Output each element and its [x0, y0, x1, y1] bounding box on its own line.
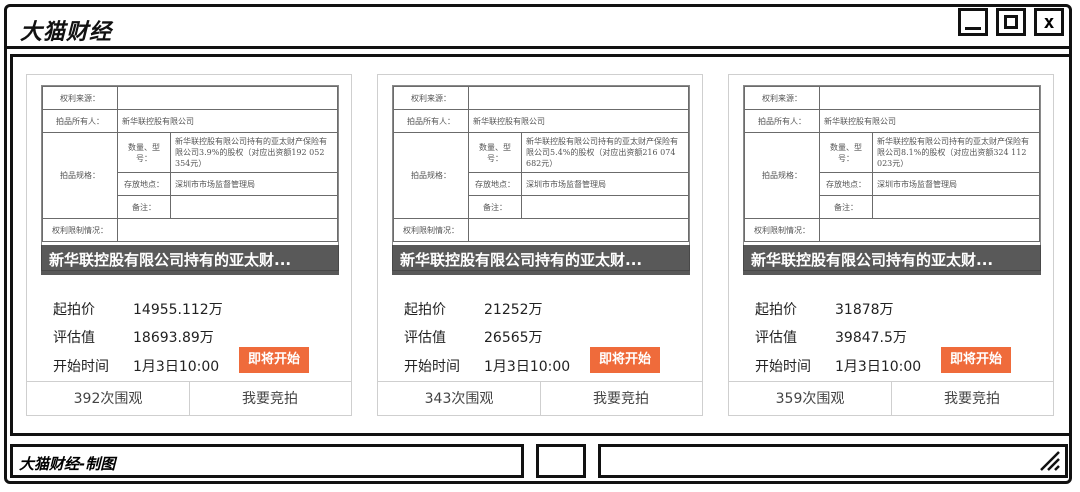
doc-table: 权利来源： 拍品所有人： 新华联控股有限公司 拍品规格： 数量、型号： 新华联控股有限…: [42, 86, 338, 242]
start-price-label: 起拍价: [755, 302, 797, 318]
start-time-value: 1月3日10:00: [133, 359, 220, 375]
appraisal-row: 评估值 39847.5万: [755, 327, 907, 347]
start-time-row: 开始时间 1月3日10:00: [404, 356, 570, 376]
card-footer: 359次围观 我要竞拍: [729, 381, 1053, 416]
card-footer: 392次围观 我要竞拍: [27, 381, 351, 416]
doc-label: 权利来源：: [744, 86, 820, 110]
appraisal-label: 评估值: [755, 330, 797, 346]
start-time-row: 开始时间 1月3日10:00: [755, 356, 921, 376]
doc-value: 深圳市市场监督管理局: [521, 172, 689, 196]
start-price-row: 起拍价 21252万: [404, 299, 543, 319]
auction-card[interactable]: 权利来源： 拍品所有人： 新华联控股有限公司 拍品规格： 数量、型号： 新华联控股有限…: [728, 74, 1054, 416]
auction-card[interactable]: 权利来源： 拍品所有人： 新华联控股有限公司 拍品规格： 数量、型号： 新华联控股有限…: [26, 74, 352, 416]
appraisal-value: 26565万: [484, 330, 543, 346]
appraisal-label: 评估值: [53, 330, 95, 346]
doc-value: 深圳市市场监督管理局: [170, 172, 338, 196]
credit-text: 大猫财经-制图: [19, 455, 116, 473]
card-title[interactable]: 新华联控股有限公司持有的亚太财...: [41, 245, 339, 275]
start-time-label: 开始时间: [53, 359, 109, 375]
doc-value: 新华联控股有限公司: [819, 109, 1040, 133]
appraisal-value: 39847.5万: [835, 330, 907, 346]
status-badge: 即将开始: [941, 347, 1011, 373]
start-price-row: 起拍价 31878万: [755, 299, 894, 319]
status-badge: 即将开始: [590, 347, 660, 373]
views-count: 359次围观: [729, 382, 892, 416]
doc-value: 新华联控股有限公司持有的亚太财产保险有限公司8.1%的股权（对应出资额324 1…: [872, 132, 1040, 173]
credit-bar: 大猫财经-制图: [10, 444, 524, 478]
card-title[interactable]: 新华联控股有限公司持有的亚太财...: [392, 245, 690, 275]
doc-label: 拍品所有人：: [42, 109, 118, 133]
doc-label: 备注：: [468, 195, 522, 219]
start-price-row: 起拍价 14955.112万: [53, 299, 223, 319]
close-button[interactable]: x: [1034, 8, 1064, 36]
start-time-label: 开始时间: [755, 359, 811, 375]
views-count: 343次围观: [378, 382, 541, 416]
resize-grip-icon[interactable]: [1037, 448, 1061, 472]
bid-button[interactable]: 我要竞拍: [891, 382, 1053, 416]
bid-button[interactable]: 我要竞拍: [189, 382, 351, 416]
doc-value: 新华联控股有限公司: [117, 109, 338, 133]
maximize-icon: [1004, 15, 1018, 29]
doc-label: 权利来源：: [42, 86, 118, 110]
doc-label: 拍品规格：: [42, 132, 118, 219]
start-price-value: 21252万: [484, 302, 543, 318]
auction-card[interactable]: 权利来源： 拍品所有人： 新华联控股有限公司 拍品规格： 数量、型号： 新华联控股有限…: [377, 74, 703, 416]
maximize-button[interactable]: [996, 8, 1026, 36]
views-count: 392次围观: [27, 382, 190, 416]
doc-value: 深圳市市场监督管理局: [872, 172, 1040, 196]
doc-label: 备注：: [819, 195, 873, 219]
minimize-icon: [965, 26, 981, 30]
close-icon: x: [1043, 11, 1055, 33]
document-thumbnail: 权利来源： 拍品所有人： 新华联控股有限公司 拍品规格： 数量、型号： 新华联控股有限…: [41, 85, 339, 271]
document-thumbnail: 权利来源： 拍品所有人： 新华联控股有限公司 拍品规格： 数量、型号： 新华联控股有限…: [743, 85, 1041, 271]
minimize-button[interactable]: [958, 8, 988, 36]
doc-label: 拍品所有人：: [393, 109, 469, 133]
doc-label: 拍品规格：: [744, 132, 820, 219]
start-time-label: 开始时间: [404, 359, 460, 375]
app-title: 大猫财经: [20, 20, 113, 45]
doc-label: 权利限制情况：: [393, 218, 469, 242]
start-time-value: 1月3日10:00: [484, 359, 571, 375]
start-time-row: 开始时间 1月3日10:00: [53, 356, 219, 376]
status-box: [536, 444, 586, 478]
doc-table: 权利来源： 拍品所有人： 新华联控股有限公司 拍品规格： 数量、型号： 新华联控股有限…: [744, 86, 1040, 242]
doc-value: 新华联控股有限公司: [468, 109, 689, 133]
doc-label: 权利限制情况：: [744, 218, 820, 242]
doc-label: 数量、型号：: [819, 132, 873, 173]
doc-label: 备注：: [117, 195, 171, 219]
doc-value: 新华联控股有限公司持有的亚太财产保险有限公司5.4%的股权（对应出资额216 0…: [521, 132, 689, 173]
doc-value: 新华联控股有限公司持有的亚太财产保险有限公司3.9%的股权（对应出资额192 0…: [170, 132, 338, 173]
title-bar: 大猫财经: [6, 6, 1072, 49]
doc-label: 存放地点：: [819, 172, 873, 196]
status-bar: [598, 444, 1068, 478]
doc-label: 权利来源：: [393, 86, 469, 110]
card-footer: 343次围观 我要竞拍: [378, 381, 702, 416]
start-time-value: 1月3日10:00: [835, 359, 922, 375]
doc-label: 数量、型号：: [468, 132, 522, 173]
doc-label: 数量、型号：: [117, 132, 171, 173]
start-price-value: 14955.112万: [133, 302, 223, 318]
start-price-label: 起拍价: [404, 302, 446, 318]
card-title[interactable]: 新华联控股有限公司持有的亚太财...: [743, 245, 1041, 275]
doc-label: 存放地点：: [468, 172, 522, 196]
appraisal-row: 评估值 26565万: [404, 327, 543, 347]
doc-label: 拍品规格：: [393, 132, 469, 219]
appraisal-value: 18693.89万: [133, 330, 214, 346]
doc-label: 权利限制情况：: [42, 218, 118, 242]
doc-label: 拍品所有人：: [744, 109, 820, 133]
appraisal-label: 评估值: [404, 330, 446, 346]
document-thumbnail: 权利来源： 拍品所有人： 新华联控股有限公司 拍品规格： 数量、型号： 新华联控股有限…: [392, 85, 690, 271]
doc-label: 存放地点：: [117, 172, 171, 196]
doc-table: 权利来源： 拍品所有人： 新华联控股有限公司 拍品规格： 数量、型号： 新华联控股有限…: [393, 86, 689, 242]
bid-button[interactable]: 我要竞拍: [540, 382, 702, 416]
appraisal-row: 评估值 18693.89万: [53, 327, 214, 347]
start-price-label: 起拍价: [53, 302, 95, 318]
status-badge: 即将开始: [239, 347, 309, 373]
start-price-value: 31878万: [835, 302, 894, 318]
